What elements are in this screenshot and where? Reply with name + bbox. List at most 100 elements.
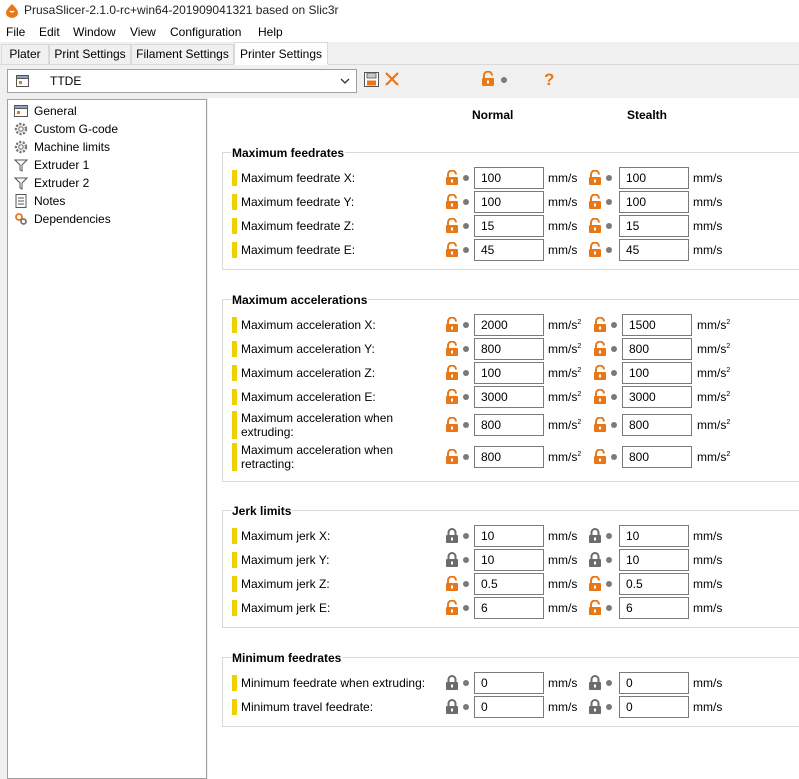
unlocked-lock-icon[interactable] [445, 388, 459, 405]
delete-preset-icon[interactable] [384, 71, 400, 87]
tab-filament-settings[interactable]: Filament Settings [131, 44, 234, 65]
system-value-dot-icon[interactable] [606, 247, 612, 253]
system-value-dot-icon[interactable] [606, 680, 612, 686]
normal-value-input[interactable]: 45 [474, 239, 544, 261]
normal-value-input[interactable]: 800 [474, 338, 544, 360]
stealth-value-input[interactable]: 3000 [622, 386, 692, 408]
system-value-dot-icon[interactable] [463, 422, 469, 428]
normal-value-input[interactable]: 6 [474, 597, 544, 619]
normal-value-input[interactable]: 100 [474, 167, 544, 189]
locked-lock-icon[interactable] [588, 675, 602, 691]
system-value-dot-icon[interactable] [463, 533, 469, 539]
unlocked-lock-icon[interactable] [593, 340, 607, 357]
menu-view[interactable]: View [130, 25, 156, 39]
system-value-dot-icon[interactable] [463, 346, 469, 352]
system-value-dot-icon[interactable] [463, 557, 469, 563]
unlocked-lock-icon[interactable] [445, 241, 459, 258]
menu-window[interactable]: Window [73, 25, 116, 39]
system-value-dot-icon[interactable] [606, 581, 612, 587]
unlocked-lock-icon[interactable] [445, 599, 459, 616]
tab-plater[interactable]: Plater [1, 44, 49, 65]
unlocked-lock-icon[interactable] [445, 448, 459, 465]
save-preset-icon[interactable] [364, 72, 379, 87]
unlocked-lock-icon[interactable] [445, 364, 459, 381]
system-value-dot-icon[interactable] [611, 394, 617, 400]
stealth-value-input[interactable]: 100 [619, 167, 689, 189]
stealth-value-input[interactable]: 10 [619, 525, 689, 547]
system-value-dot-icon[interactable] [463, 199, 469, 205]
system-value-dot-icon[interactable] [463, 680, 469, 686]
system-value-dot-icon[interactable] [606, 199, 612, 205]
menu-edit[interactable]: Edit [39, 25, 60, 39]
unlocked-lock-icon[interactable] [588, 169, 602, 186]
system-value-dot-icon[interactable] [463, 454, 469, 460]
menu-file[interactable]: File [6, 25, 25, 39]
stealth-value-input[interactable]: 800 [622, 414, 692, 436]
system-value-dot-icon[interactable] [606, 175, 612, 181]
system-value-dot-icon[interactable] [463, 223, 469, 229]
system-value-dot-icon[interactable] [611, 370, 617, 376]
tab-printer-settings[interactable]: Printer Settings [234, 42, 328, 65]
normal-value-input[interactable]: 100 [474, 191, 544, 213]
system-value-dot-icon[interactable] [463, 247, 469, 253]
locked-lock-icon[interactable] [588, 552, 602, 568]
stealth-value-input[interactable]: 0 [619, 672, 689, 694]
normal-value-input[interactable]: 0 [474, 696, 544, 718]
locked-lock-icon[interactable] [445, 552, 459, 568]
normal-value-input[interactable]: 10 [474, 525, 544, 547]
stealth-value-input[interactable]: 0 [619, 696, 689, 718]
system-value-dot-icon[interactable] [606, 223, 612, 229]
system-value-dot-icon[interactable] [606, 605, 612, 611]
unlocked-lock-icon[interactable] [588, 575, 602, 592]
unlocked-lock-icon[interactable] [588, 193, 602, 210]
unlocked-lock-icon[interactable] [588, 241, 602, 258]
tab-print-settings[interactable]: Print Settings [49, 44, 131, 65]
system-value-dot-icon[interactable] [611, 346, 617, 352]
system-value-dot-icon[interactable] [611, 454, 617, 460]
system-value-dot-icon[interactable] [463, 370, 469, 376]
locked-lock-icon[interactable] [588, 528, 602, 544]
unlocked-lock-icon[interactable] [445, 575, 459, 592]
unlocked-lock-icon[interactable] [593, 448, 607, 465]
unlocked-lock-icon[interactable] [445, 193, 459, 210]
normal-value-input[interactable]: 2000 [474, 314, 544, 336]
stealth-value-input[interactable]: 6 [619, 597, 689, 619]
unlocked-lock-icon[interactable] [445, 340, 459, 357]
preset-dropdown[interactable]: TTDE [7, 69, 357, 93]
normal-value-input[interactable]: 15 [474, 215, 544, 237]
normal-value-input[interactable]: 0 [474, 672, 544, 694]
stealth-value-input[interactable]: 0.5 [619, 573, 689, 595]
unlocked-lock-icon[interactable] [593, 416, 607, 433]
menu-help[interactable]: Help [258, 25, 283, 39]
system-value-dot-icon[interactable] [463, 704, 469, 710]
question-mark-icon[interactable]: ? [544, 70, 554, 90]
system-value-dot-icon[interactable] [463, 581, 469, 587]
tree-item-notes[interactable]: Notes [12, 193, 202, 210]
normal-value-input[interactable]: 0.5 [474, 573, 544, 595]
system-value-dot-icon[interactable] [463, 322, 469, 328]
normal-value-input[interactable]: 800 [474, 414, 544, 436]
tree-item-extruder-2[interactable]: Extruder 2 [12, 175, 202, 192]
system-value-dot-icon[interactable] [463, 394, 469, 400]
system-value-dot-icon[interactable] [463, 175, 469, 181]
system-value-dot-icon[interactable] [606, 533, 612, 539]
system-value-dot-icon[interactable] [606, 704, 612, 710]
stealth-value-input[interactable]: 45 [619, 239, 689, 261]
stealth-value-input[interactable]: 800 [622, 338, 692, 360]
system-value-dot-icon[interactable] [606, 557, 612, 563]
locked-lock-icon[interactable] [445, 699, 459, 715]
locked-lock-icon[interactable] [445, 528, 459, 544]
system-value-dot-icon[interactable] [611, 422, 617, 428]
unlocked-lock-icon[interactable] [445, 217, 459, 234]
tree-item-dependencies[interactable]: Dependencies [12, 211, 202, 228]
unlocked-lock-icon[interactable] [593, 364, 607, 381]
stealth-value-input[interactable]: 1500 [622, 314, 692, 336]
unlocked-lock-icon[interactable] [588, 217, 602, 234]
stealth-value-input[interactable]: 10 [619, 549, 689, 571]
normal-value-input[interactable]: 3000 [474, 386, 544, 408]
unlocked-lock-icon[interactable] [593, 388, 607, 405]
tree-item-custom-gcode[interactable]: Custom G-code [12, 121, 202, 138]
locked-lock-icon[interactable] [445, 675, 459, 691]
normal-value-input[interactable]: 100 [474, 362, 544, 384]
normal-value-input[interactable]: 10 [474, 549, 544, 571]
